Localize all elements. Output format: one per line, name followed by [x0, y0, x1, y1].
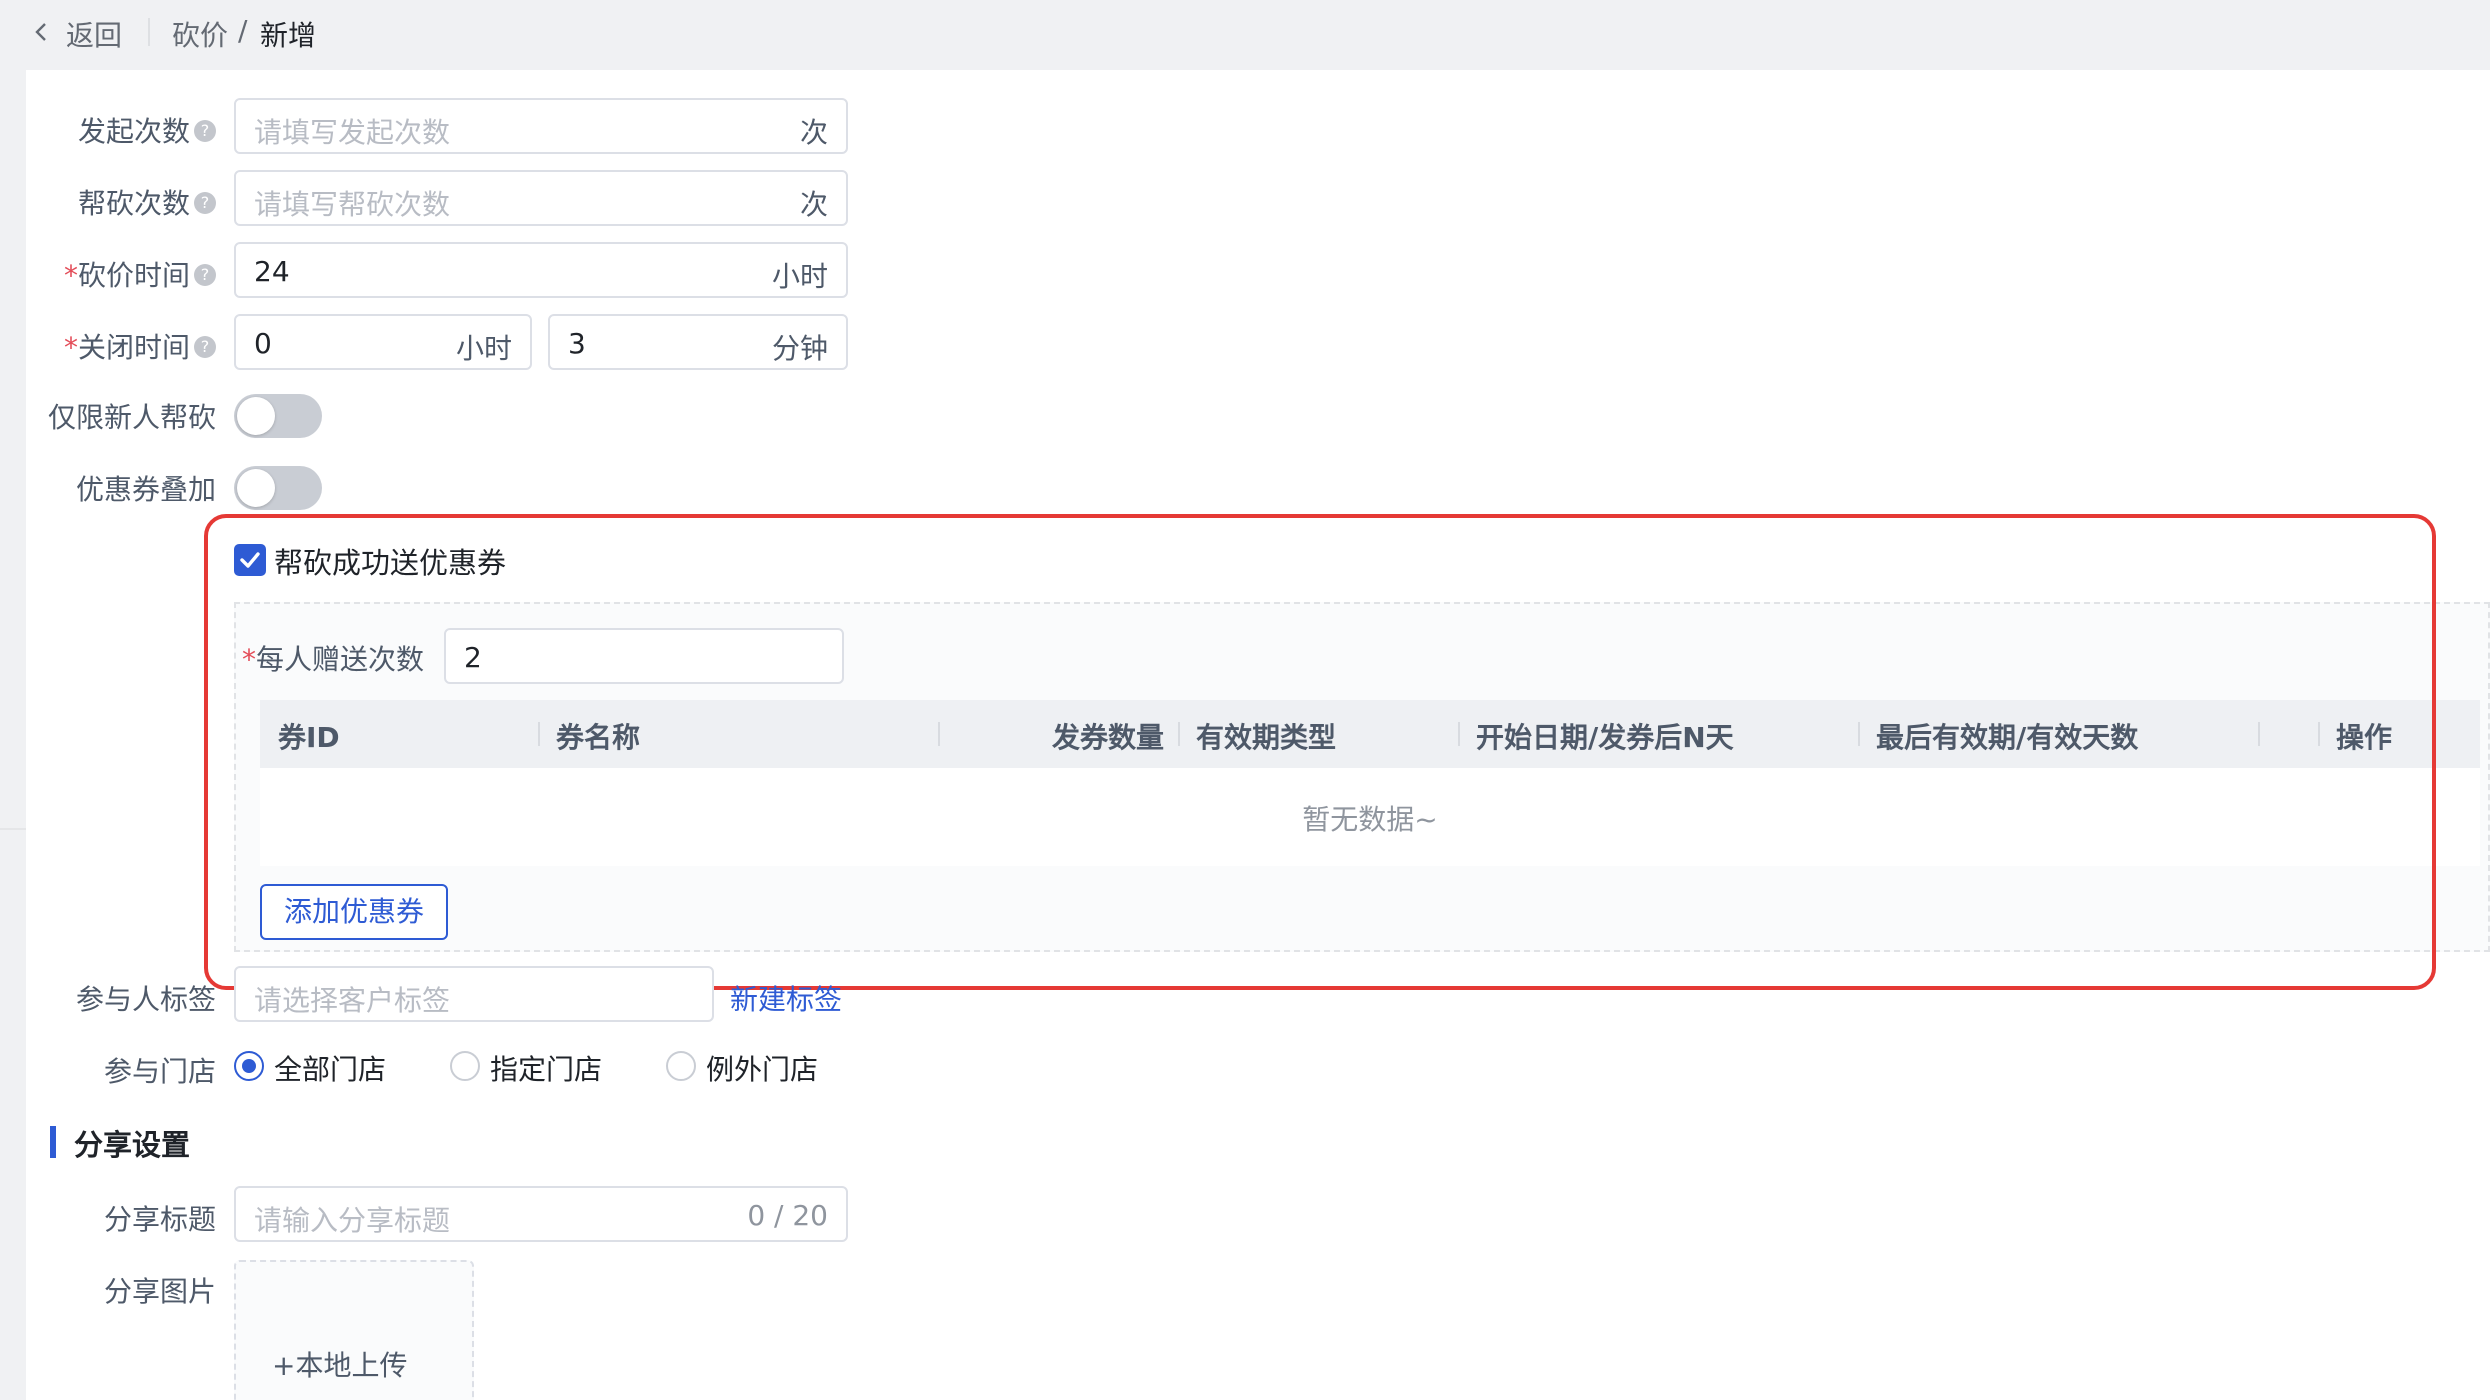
stores-label: 参与门店	[103, 1055, 216, 1088]
share-image-label: 分享图片	[103, 1275, 216, 1308]
bargain-time-input[interactable]: 24 小时	[234, 242, 848, 298]
highlight-box	[204, 514, 2436, 990]
launch-count-input[interactable]: 请填写发起次数 次	[234, 98, 848, 154]
close-time-label: *关闭时间?	[64, 326, 216, 366]
share-image-upload[interactable]: +本地上传	[234, 1260, 474, 1400]
upload-local-label: +本地上传	[272, 1349, 408, 1382]
bargain-time-value: 24	[254, 255, 290, 288]
share-section-title: 分享设置	[74, 1128, 191, 1162]
radio-excluded-stores-label[interactable]: 例外门店	[706, 1048, 818, 1088]
launch-count-suffix: 次	[799, 116, 828, 149]
help-circle-icon[interactable]: ?	[194, 264, 216, 286]
bargain-time-suffix: 小时	[771, 260, 828, 293]
close-time-minutes-input[interactable]: 3 分钟	[548, 314, 848, 370]
back-link[interactable]: 返回	[66, 14, 122, 54]
breadcrumb-separator: /	[238, 14, 248, 47]
launch-count-placeholder: 请填写发起次数	[254, 116, 451, 149]
radio-specified-stores-label[interactable]: 指定门店	[490, 1048, 602, 1088]
new-user-only-label: 仅限新人帮砍	[47, 401, 216, 434]
share-title-counter: 0 / 20	[747, 1199, 828, 1232]
help-circle-icon[interactable]: ?	[194, 192, 216, 214]
breadcrumb-parent[interactable]: 砍价	[172, 14, 228, 54]
radio-dot	[242, 1059, 256, 1073]
radio-all-stores-label[interactable]: 全部门店	[274, 1048, 386, 1088]
help-circle-icon[interactable]: ?	[194, 336, 216, 358]
coupon-stack-switch[interactable]	[234, 466, 322, 510]
new-tag-link[interactable]: 新建标签	[730, 978, 842, 1018]
radio-all-stores[interactable]	[234, 1051, 264, 1081]
side-divider	[0, 828, 26, 830]
close-time-minutes-suffix: 分钟	[771, 332, 828, 365]
participant-tags-select[interactable]: 请选择客户标签	[234, 966, 714, 1022]
help-count-placeholder: 请填写帮砍次数	[254, 188, 451, 221]
page-header	[0, 0, 2490, 70]
share-title-input[interactable]: 请输入分享标题 0 / 20	[234, 1186, 848, 1242]
coupon-stack-label: 优惠券叠加	[75, 473, 216, 506]
help-count-label: 帮砍次数?	[78, 182, 216, 222]
close-time-hours-input[interactable]: 0 小时	[234, 314, 532, 370]
launch-count-label: 发起次数?	[78, 110, 216, 150]
new-user-only-switch[interactable]	[234, 394, 322, 438]
participant-tags-placeholder: 请选择客户标签	[254, 984, 451, 1017]
breadcrumb-current: 新增	[260, 19, 317, 52]
close-time-hours-value: 0	[254, 327, 272, 360]
chevron-left-icon[interactable]	[30, 20, 54, 44]
help-circle-icon[interactable]: ?	[194, 120, 216, 142]
help-count-input[interactable]: 请填写帮砍次数 次	[234, 170, 848, 226]
share-title-label: 分享标题	[103, 1203, 216, 1236]
close-time-hours-suffix: 小时	[455, 332, 512, 365]
help-count-suffix: 次	[799, 188, 828, 221]
bargain-time-label: *砍价时间?	[64, 254, 216, 294]
section-accent-bar	[50, 1126, 56, 1158]
participant-tags-label: 参与人标签	[75, 983, 216, 1016]
radio-specified-stores[interactable]	[450, 1051, 480, 1081]
switch-knob	[237, 469, 275, 507]
switch-knob	[237, 397, 275, 435]
radio-excluded-stores[interactable]	[666, 1051, 696, 1081]
close-time-minutes-value: 3	[568, 327, 586, 360]
header-divider	[148, 18, 150, 46]
share-title-placeholder: 请输入分享标题	[254, 1204, 451, 1237]
